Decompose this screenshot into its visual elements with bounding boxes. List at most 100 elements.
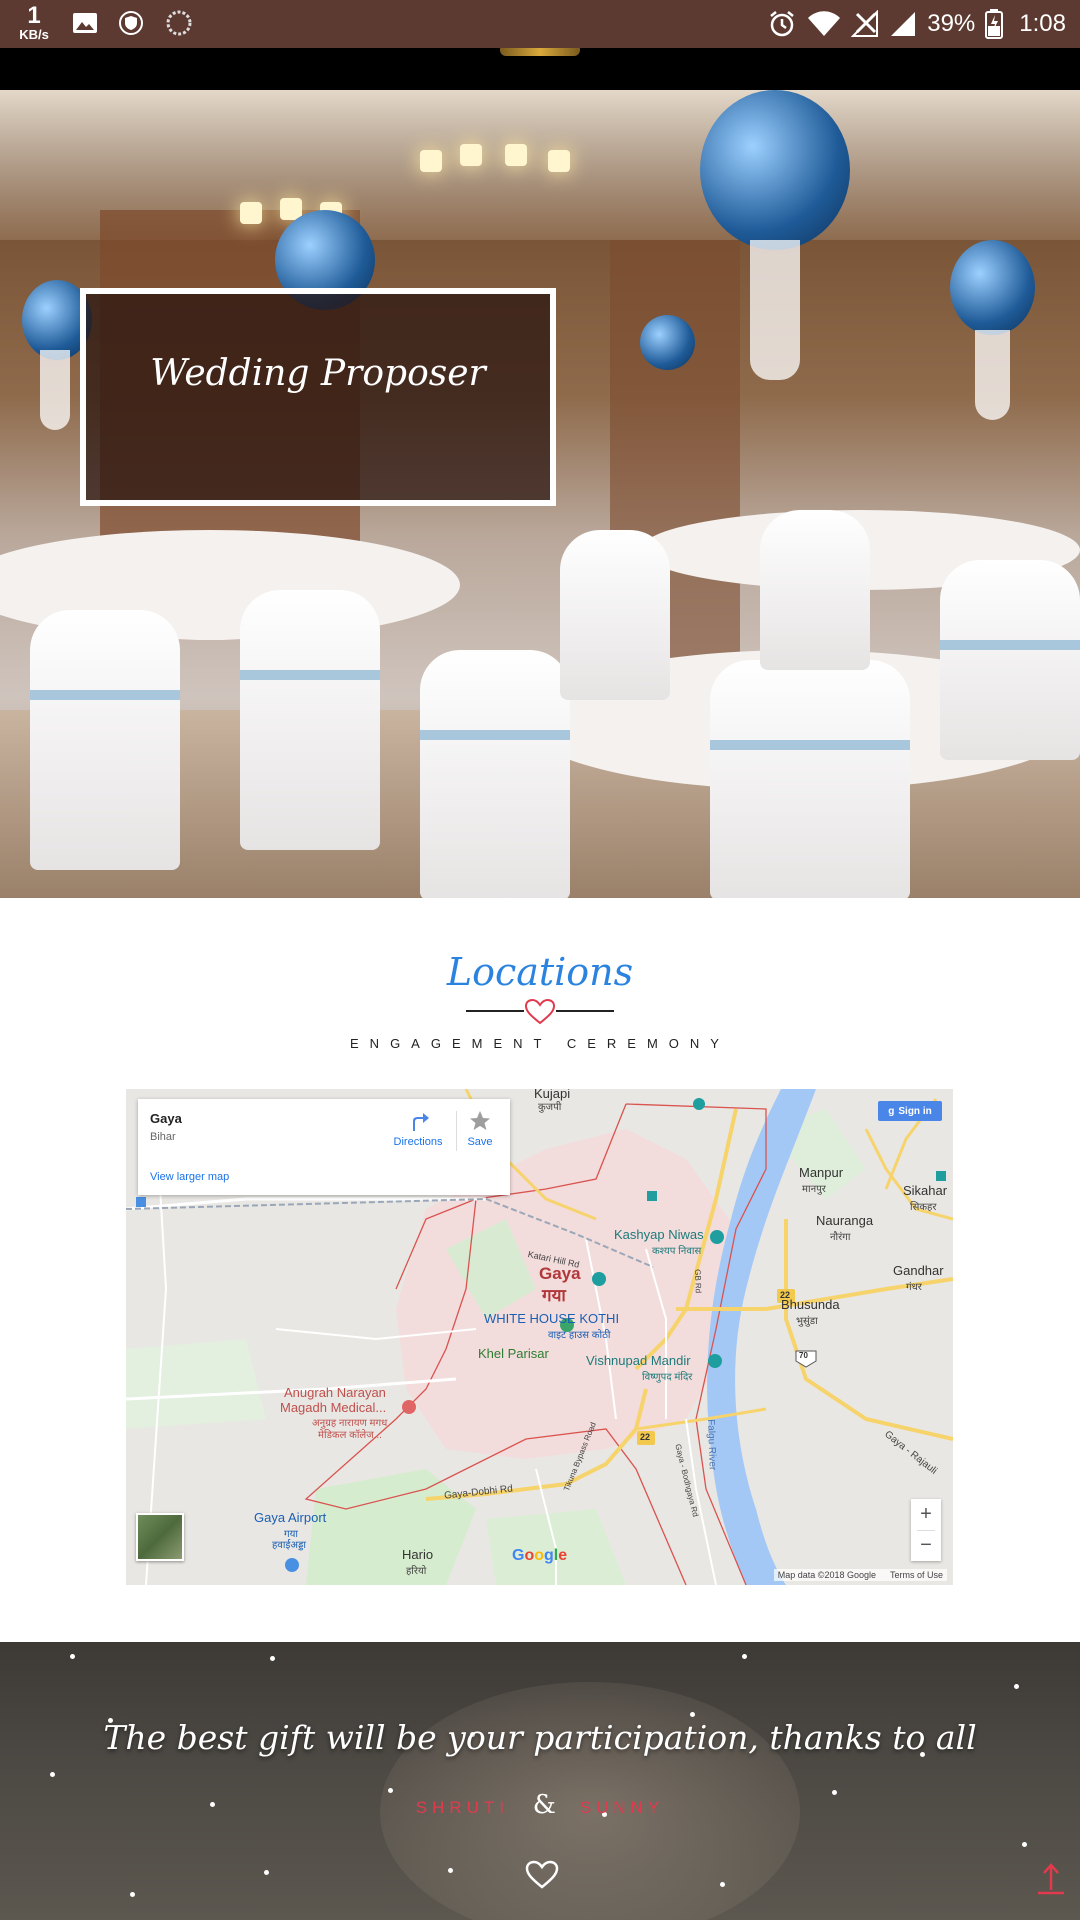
balloon [640, 315, 695, 370]
ampersand: & [532, 1790, 556, 1820]
directions-button[interactable]: Directions [388, 1109, 448, 1148]
signal-icon [891, 12, 916, 36]
card-divider [456, 1111, 457, 1151]
map-label: GB Rd [693, 1269, 703, 1294]
map-label: Khel Parisar [478, 1346, 549, 1361]
save-button[interactable]: Save [460, 1109, 500, 1148]
sign-in-label: Sign in [898, 1105, 932, 1117]
zoom-in-button[interactable]: + [911, 1499, 941, 1530]
highway-number: 70 [799, 1351, 808, 1360]
save-label: Save [467, 1136, 493, 1148]
map-label: Anugrah Narayan [284, 1385, 386, 1400]
place-name: Gaya [150, 1111, 182, 1126]
sparkle [448, 1868, 453, 1873]
map-sign-in-button[interactable]: g Sign in [878, 1101, 942, 1121]
status-bar: 1 KB/s 39% 1:08 [0, 0, 1080, 48]
chair [420, 650, 570, 898]
couple-names: SHRUTI & SUNNY [0, 1790, 1080, 1820]
google-map[interactable]: Gaya गया Kashyap Niwas कश्यप निवास WHITE… [126, 1089, 953, 1585]
map-label: Hario [402, 1547, 434, 1562]
chandelier-light [420, 150, 442, 172]
sparkle [742, 1654, 747, 1659]
map-footer: Map data ©2018 Google Terms of Use [773, 1569, 947, 1581]
chandelier-light [460, 144, 482, 166]
chair [710, 660, 910, 898]
locations-title: Locations [446, 950, 634, 994]
map-label: विष्णुपद मंदिर [642, 1372, 693, 1383]
map-label: वाइट हाउस कोठी [548, 1330, 611, 1341]
highway-number: 22 [780, 1290, 791, 1300]
map-label: Gandhar [893, 1263, 944, 1278]
hero-banner: Wedding Proposer [0, 90, 1080, 898]
chair [560, 530, 670, 700]
satellite-view-toggle[interactable] [136, 1513, 184, 1561]
battery-percent: 39% [927, 10, 976, 37]
site-header [0, 48, 1080, 90]
map-label: गया [542, 1286, 566, 1305]
map-data-attribution: Map data ©2018 Google [777, 1570, 876, 1580]
sparkle [130, 1892, 135, 1897]
battery-icon [985, 9, 1004, 39]
map-label: Gaya Airport [254, 1510, 327, 1525]
map-label: Kashyap Niwas [614, 1227, 704, 1242]
network-speed-unit: KB/s [19, 27, 49, 42]
hero-title-box: Wedding Proposer [80, 288, 556, 506]
balloon-tulle [975, 330, 1010, 420]
chair [940, 560, 1080, 760]
map-label: कश्यप निवास [652, 1246, 702, 1257]
google-plus-icon: g [888, 1105, 895, 1117]
thanks-message: The best gift will be your participation… [103, 1718, 977, 1757]
alarm-icon [770, 11, 795, 37]
shield-icon [119, 11, 143, 35]
balloon [950, 240, 1035, 335]
chair-sash [240, 670, 380, 680]
sparkle [1022, 1842, 1027, 1847]
chair [240, 590, 380, 850]
map-label: हरियो [406, 1566, 427, 1577]
zoom-divider [917, 1530, 935, 1531]
site-logo[interactable] [500, 48, 580, 56]
map-info-card: Gaya Bihar Directions Save View larger m… [138, 1099, 510, 1195]
map-label: मेडिकल कॉलेज... [318, 1430, 382, 1441]
sparkle [50, 1772, 55, 1777]
hero-title: Wedding Proposer [150, 352, 486, 394]
balloon-tulle [750, 240, 800, 380]
chair-sash [940, 640, 1080, 650]
zoom-controls: + − [911, 1499, 941, 1561]
chandelier-light [505, 144, 527, 166]
chandelier-light [240, 202, 262, 224]
balloon [700, 90, 850, 250]
network-speed-value: 1 [27, 2, 41, 29]
image-icon [73, 13, 97, 33]
highway-number: 22 [640, 1432, 651, 1442]
place-region: Bihar [150, 1131, 176, 1143]
heart-icon [524, 998, 556, 1026]
network-speed: 1 KB/s [14, 2, 54, 42]
directions-label: Directions [393, 1136, 443, 1148]
map-label: WHITE HOUSE KOTHI [484, 1311, 620, 1326]
sparkle [270, 1656, 275, 1661]
clock: 1:08 [1019, 10, 1066, 37]
balloon-tulle [40, 350, 70, 430]
google-logo: Google [512, 1547, 568, 1564]
map-label: Nauranga [816, 1213, 874, 1228]
map-label: भुसुंडा [796, 1316, 818, 1327]
back-to-top-icon[interactable] [1036, 1862, 1066, 1896]
zoom-out-button[interactable]: − [911, 1530, 941, 1561]
chair [760, 510, 870, 670]
map-label: कुजपी [538, 1102, 562, 1113]
map-label: Falgu River [705, 1419, 718, 1471]
chair-sash [420, 730, 570, 740]
map-label: नौरंगा [830, 1232, 851, 1243]
no-signal-icon [851, 10, 879, 37]
chair-sash [30, 690, 180, 700]
view-larger-map-link[interactable]: View larger map [150, 1171, 229, 1183]
map-label: गंधर [906, 1282, 922, 1293]
map-label: Vishnupad Mandir [586, 1353, 691, 1368]
map-label: हवाईअड्डा [272, 1540, 307, 1551]
terms-of-use-link[interactable]: Terms of Use [890, 1570, 943, 1580]
map-label: Magadh Medical... [280, 1400, 387, 1415]
sparkle [690, 1712, 695, 1717]
sparkle [264, 1870, 269, 1875]
map-label: Manpur [799, 1165, 844, 1180]
